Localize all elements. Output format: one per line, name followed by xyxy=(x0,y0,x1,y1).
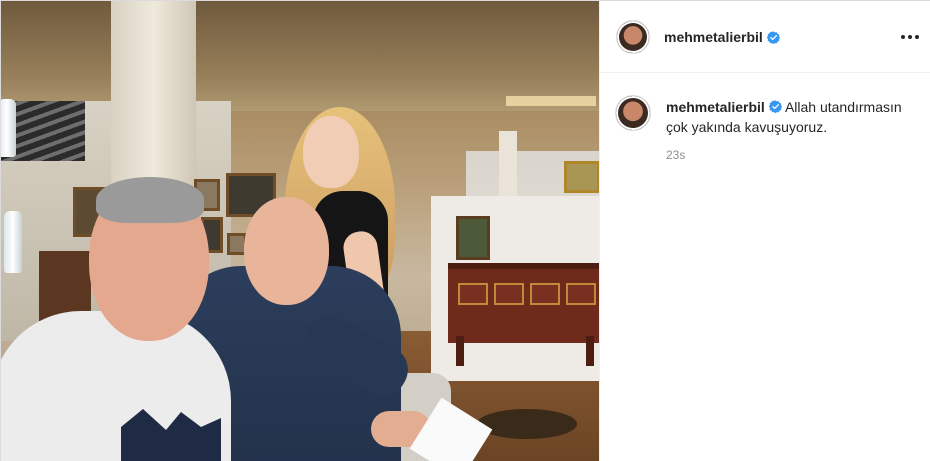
verified-badge-icon xyxy=(768,100,782,113)
instagram-post: mehmetalierbil mehmetalierbil Allah utan… xyxy=(0,0,930,461)
photo-bottle xyxy=(1,99,16,157)
post-header: mehmetalierbil xyxy=(600,1,930,73)
caption-username[interactable]: mehmetalierbil xyxy=(666,99,765,115)
photo-table xyxy=(477,409,577,439)
post-timestamp[interactable]: 23s xyxy=(666,148,685,162)
cabinet-drawer xyxy=(494,283,524,305)
photo-painting xyxy=(564,161,599,193)
post-sidebar: mehmetalierbil mehmetalierbil Allah utan… xyxy=(599,1,930,461)
verified-badge-icon xyxy=(766,30,780,44)
avatar[interactable] xyxy=(616,20,650,54)
front-man-hair xyxy=(96,177,204,223)
cabinet-drawer xyxy=(458,283,488,305)
cabinet-drawer xyxy=(566,283,596,305)
woman-face xyxy=(303,116,359,188)
photo-painting xyxy=(456,216,490,260)
photo-red-cabinet xyxy=(448,263,599,343)
cabinet-leg xyxy=(456,336,464,366)
photo-bottle xyxy=(4,211,22,273)
header-username[interactable]: mehmetalierbil xyxy=(664,29,763,45)
header-username-group: mehmetalierbil xyxy=(664,29,780,45)
photo-ceiling xyxy=(1,1,599,111)
more-horizontal-icon[interactable] xyxy=(900,27,920,47)
post-photo[interactable] xyxy=(1,1,599,461)
middle-man-head xyxy=(244,197,329,305)
cabinet-leg xyxy=(586,336,594,366)
avatar[interactable] xyxy=(615,95,651,131)
post-caption: mehmetalierbil Allah utandırmasın çok ya… xyxy=(666,97,916,137)
cabinet-drawer xyxy=(530,283,560,305)
photo-ceiling-light xyxy=(506,96,596,106)
